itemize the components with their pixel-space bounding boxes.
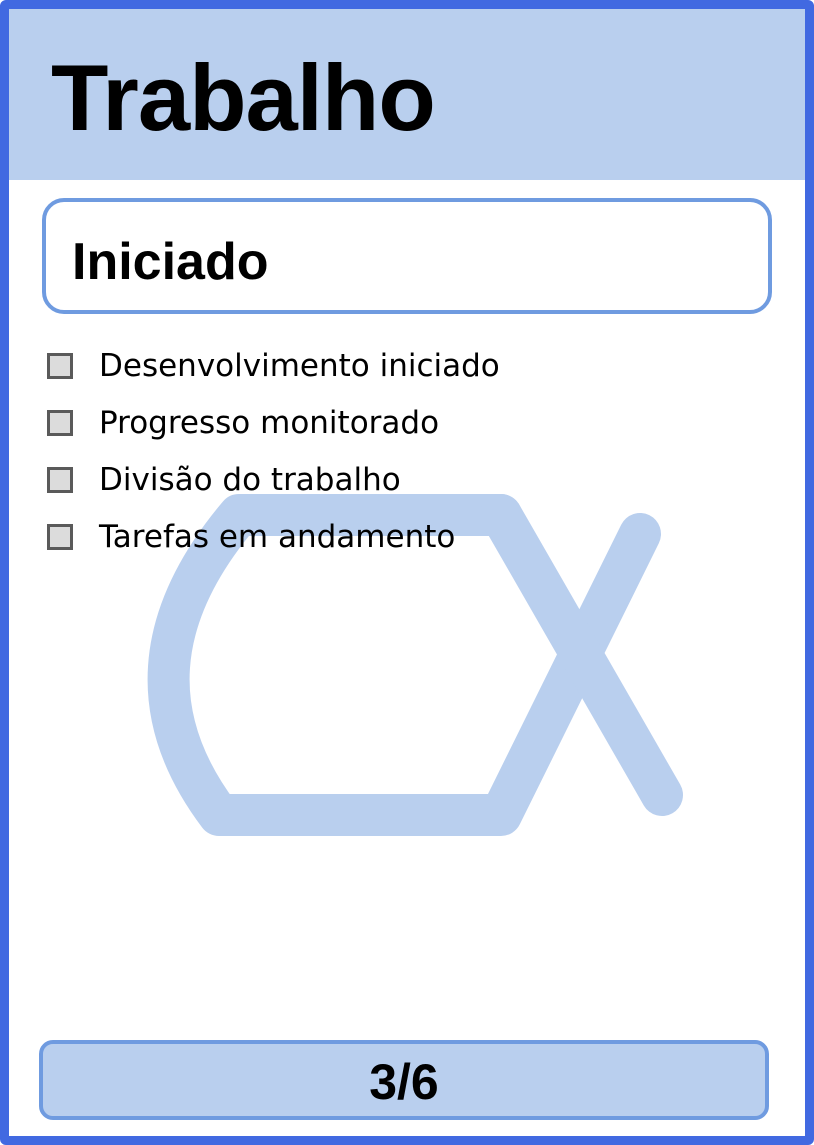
checklist-item[interactable]: Tarefas em andamento — [45, 515, 645, 555]
checkbox[interactable] — [47, 353, 73, 379]
checklist-item-label: Divisão do trabalho — [99, 462, 401, 498]
status-box: Iniciado — [42, 198, 772, 314]
card: Trabalho Iniciado Desenvolvimento inicia… — [0, 0, 814, 1145]
page-indicator: 3/6 — [39, 1040, 769, 1120]
status-label: Iniciado — [72, 233, 269, 291]
checklist-item[interactable]: Desenvolvimento iniciado — [45, 344, 645, 384]
checkbox[interactable] — [47, 410, 73, 436]
page-number: 3/6 — [369, 1054, 439, 1110]
checkbox[interactable] — [47, 524, 73, 550]
checklist-item-label: Progresso monitorado — [99, 405, 440, 441]
checklist-item[interactable]: Divisão do trabalho — [45, 458, 645, 498]
checklist-item-label: Desenvolvimento iniciado — [99, 348, 500, 384]
checklist-item-label: Tarefas em andamento — [99, 519, 456, 555]
checkbox[interactable] — [47, 467, 73, 493]
card-title: Trabalho — [51, 45, 436, 150]
checklist-item[interactable]: Progresso monitorado — [45, 401, 645, 441]
